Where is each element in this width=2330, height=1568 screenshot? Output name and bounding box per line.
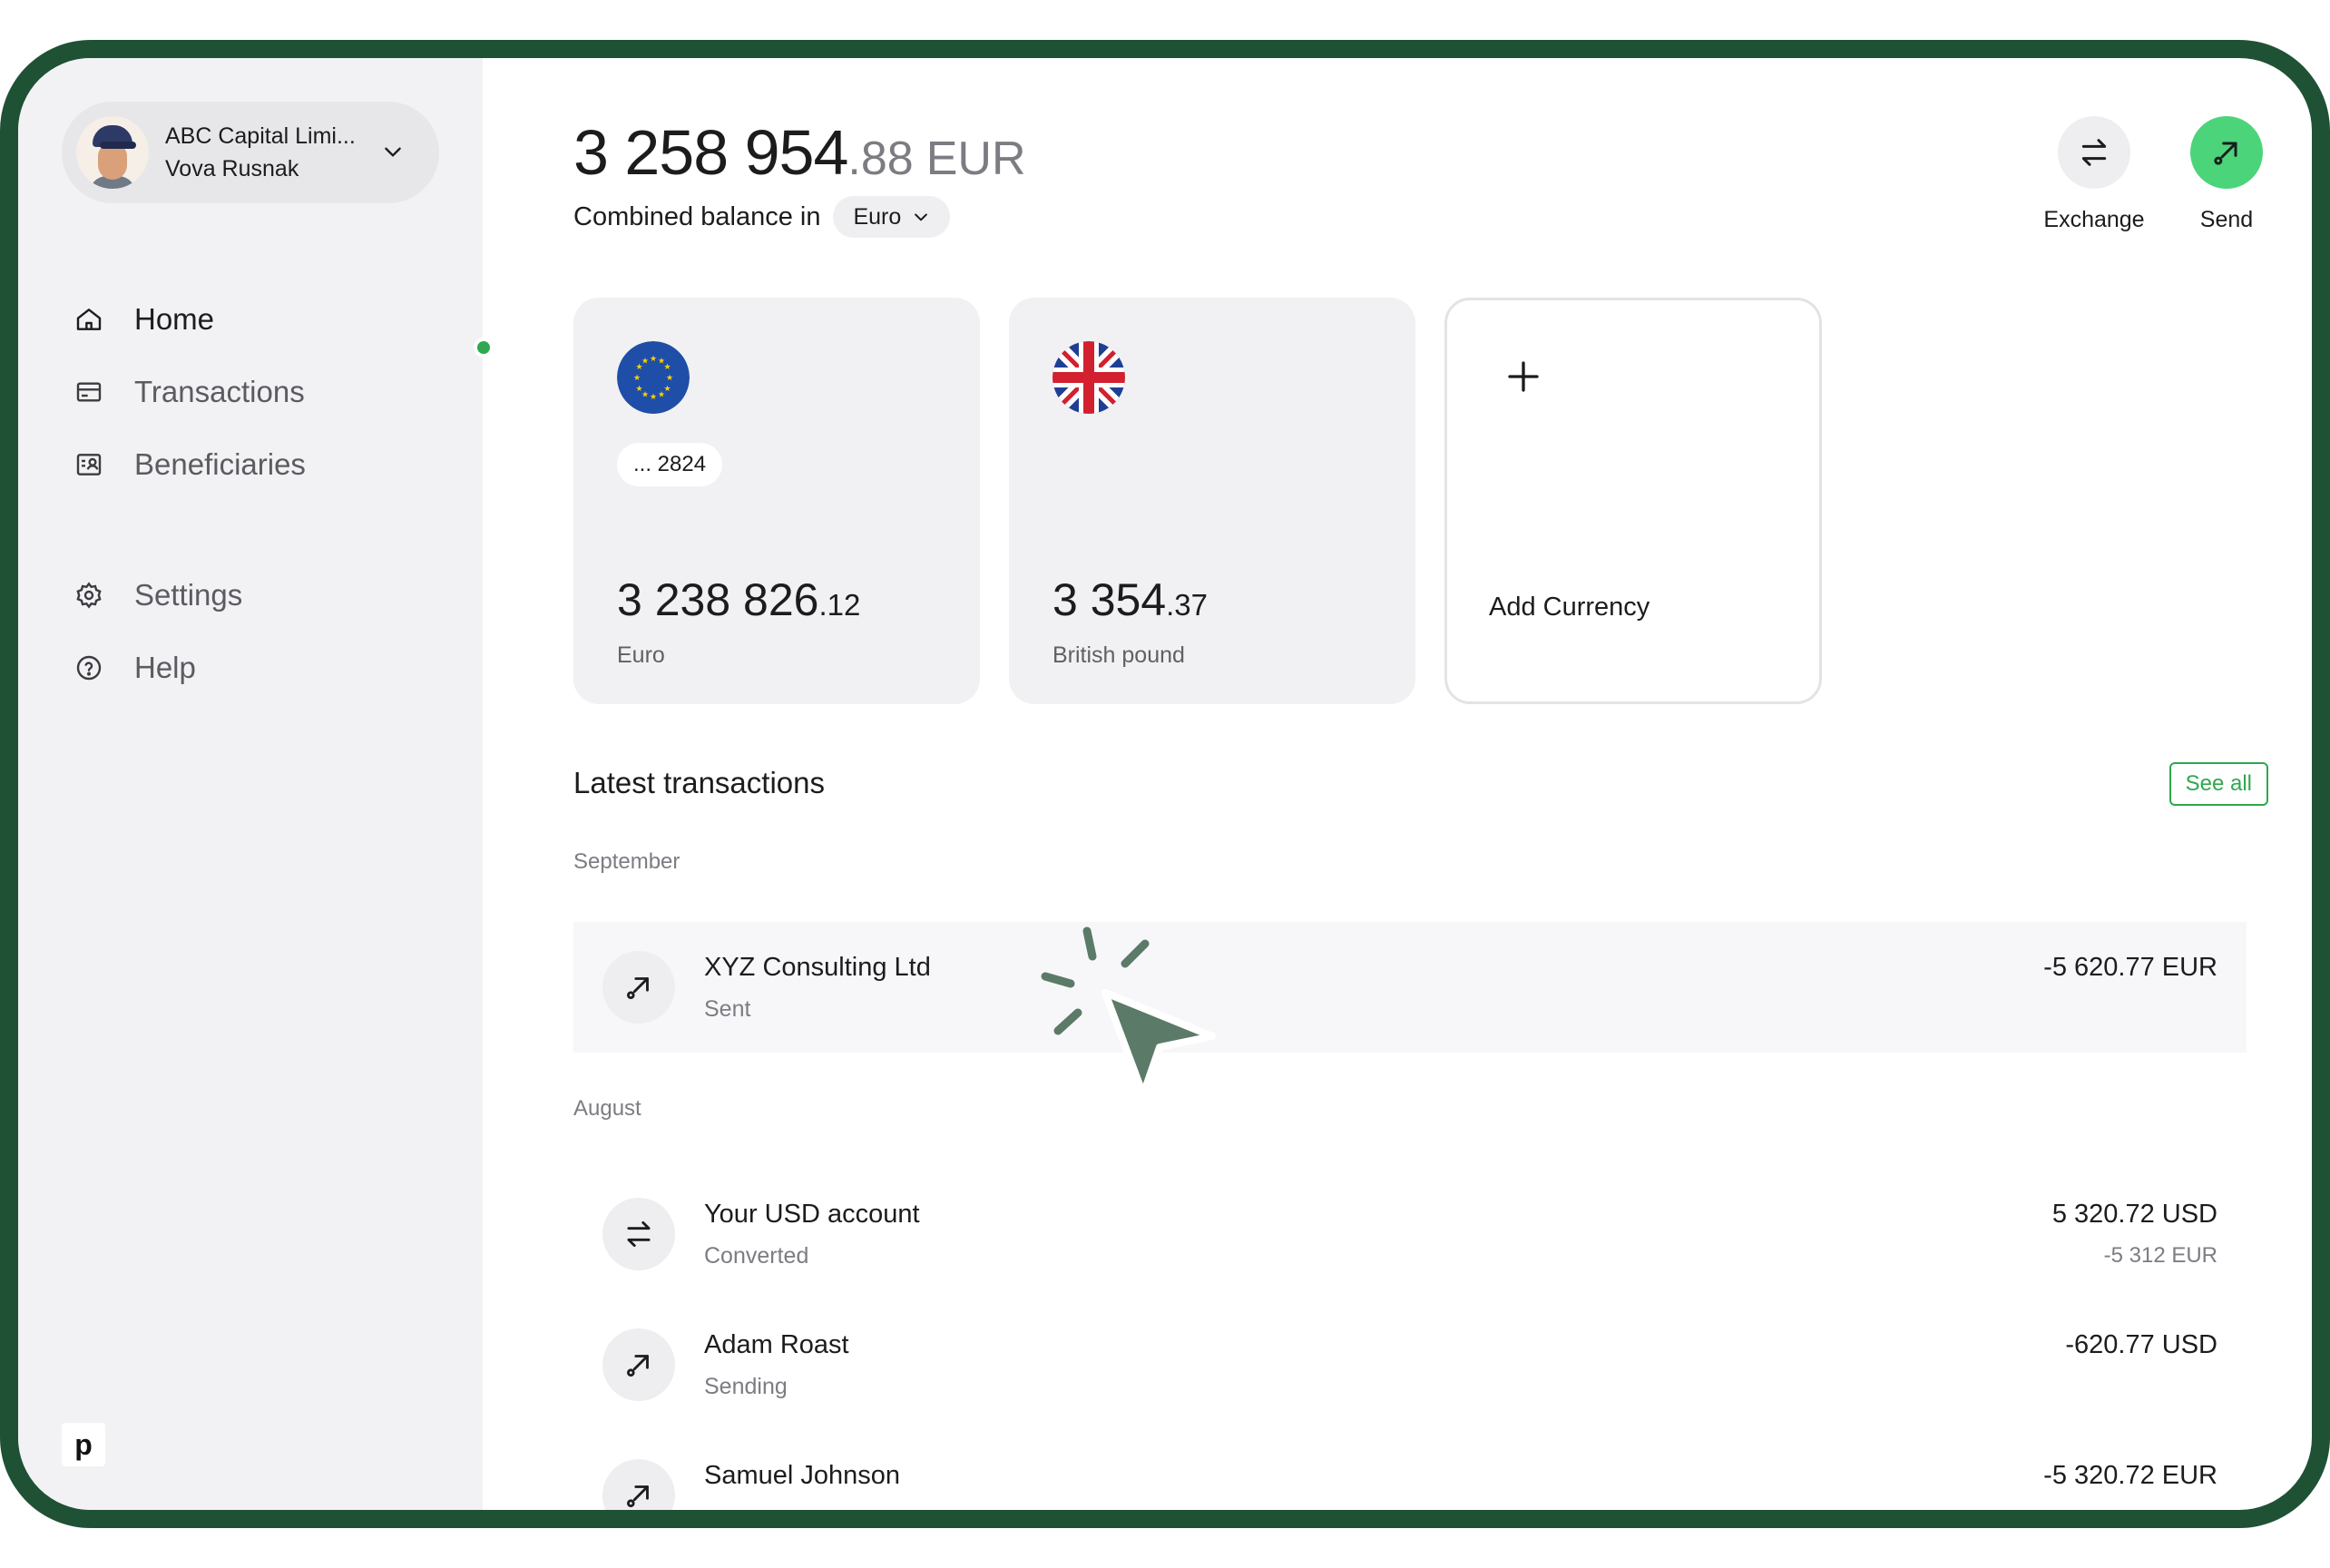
sidebar-item-label: Home <box>134 302 215 336</box>
svg-text:★: ★ <box>633 374 641 383</box>
card-amount-integer: 3 238 826 <box>617 574 819 625</box>
home-icon <box>76 309 102 330</box>
sidebar-item-help[interactable]: Help <box>74 632 306 704</box>
currency-card-euro[interactable]: ★ ★ ★ ★ ★ ★ ★ ★ ★ ★ ★ ★ ... 2824 3 238 826 .12 E… <box>573 298 980 704</box>
sidebar-nav: Home Transactions Beneficiaries Settings… <box>74 283 306 704</box>
main-content: 3 258 954 .88 EUR Combined balance in Eu… <box>483 58 2312 1510</box>
exchange-button[interactable]: Exchange <box>2036 116 2152 233</box>
account-number-badge: ... 2824 <box>617 443 723 486</box>
month-header: September <box>573 849 680 874</box>
eu-flag-icon: ★ ★★ ★★★ ★★★ ★★★ <box>617 341 690 414</box>
card-currency-name: Euro <box>617 642 665 668</box>
svg-text:★: ★ <box>635 385 642 394</box>
exchange-label: Exchange <box>2043 207 2145 232</box>
transaction-status: Sending <box>704 1374 788 1399</box>
svg-text:★: ★ <box>666 374 673 383</box>
account-company-name: ABC Capital Limi... <box>165 123 356 149</box>
svg-text:★: ★ <box>650 393 657 402</box>
transaction-amount: 5 320.72 USD <box>2051 1200 2217 1229</box>
sidebar: ABC Capital Limi... Vova Rusnak Home Tra… <box>18 58 483 1510</box>
exchange-icon <box>2081 139 2107 166</box>
currency-select[interactable]: Euro <box>833 196 951 238</box>
plus-icon <box>1508 361 1539 392</box>
app-screen: ABC Capital Limi... Vova Rusnak Home Tra… <box>18 58 2312 1510</box>
sidebar-item-beneficiaries[interactable]: Beneficiaries <box>74 428 306 501</box>
transaction-amount: -620.77 USD <box>2065 1330 2217 1359</box>
see-all-button[interactable]: See all <box>2168 762 2268 806</box>
chevron-down-icon <box>385 147 401 157</box>
transaction-status: Sent <box>704 996 751 1022</box>
svg-text:★: ★ <box>663 363 671 372</box>
brand-logo: p <box>62 1423 105 1466</box>
transaction-row[interactable]: Your USD account Converted 5 320.72 USD … <box>573 1169 2247 1299</box>
currency-cards: ★ ★ ★ ★ ★ ★ ★ ★ ★ ★ ★ ★ ... 2824 3 238 826 .12 E… <box>573 298 1822 704</box>
sidebar-item-settings[interactable]: Settings <box>74 559 306 632</box>
transaction-row[interactable]: Samuel Johnson -5 320.72 EUR <box>573 1430 2247 1510</box>
sidebar-item-label: Transactions <box>134 375 305 408</box>
top-actions: Exchange Send <box>2036 116 2268 233</box>
sidebar-item-label: Settings <box>134 578 243 612</box>
card-amount-decimal: .12 <box>818 588 861 622</box>
card-icon <box>76 382 102 402</box>
transaction-amount: -5 320.72 EUR <box>2043 1461 2217 1490</box>
contact-card-icon <box>76 454 102 475</box>
transaction-row[interactable]: XYZ Consulting Ltd Sent -5 620.77 EUR <box>573 922 2247 1053</box>
sidebar-item-label: Help <box>134 651 196 684</box>
transaction-status: Converted <box>704 1243 809 1269</box>
send-arrow-icon <box>2214 142 2237 165</box>
section-title: Latest transactions <box>573 766 825 799</box>
account-switcher[interactable]: ABC Capital Limi... Vova Rusnak <box>62 102 439 203</box>
currency-select-value: Euro <box>853 203 902 230</box>
card-amount-decimal: .37 <box>1166 588 1208 622</box>
combined-balance: 3 258 954 .88 EUR <box>573 116 1026 189</box>
card-amount-integer: 3 354 <box>1052 574 1167 625</box>
transaction-name: Adam Roast <box>704 1330 849 1359</box>
svg-text:★: ★ <box>641 358 649 367</box>
transaction-row[interactable]: Adam Roast Sending -620.77 USD <box>573 1299 2247 1430</box>
send-arrow-icon <box>627 1355 649 1377</box>
send-arrow-icon <box>627 1485 649 1507</box>
sidebar-item-label: Beneficiaries <box>134 447 306 481</box>
card-currency-name: British pound <box>1052 642 1185 668</box>
uk-flag-icon <box>1052 341 1125 414</box>
transaction-name: XYZ Consulting Ltd <box>704 953 931 982</box>
add-currency-label: Add Currency <box>1489 593 1650 622</box>
svg-text:★: ★ <box>650 355 657 364</box>
exchange-icon <box>627 1220 651 1248</box>
transaction-name: Samuel Johnson <box>704 1461 901 1490</box>
account-user-name: Vova Rusnak <box>165 156 299 181</box>
help-circle-icon <box>76 655 102 681</box>
month-header: August <box>573 1096 641 1121</box>
transaction-name: Your USD account <box>704 1200 920 1229</box>
gear-icon <box>76 582 102 609</box>
svg-text:★: ★ <box>658 391 665 400</box>
send-arrow-icon <box>627 977 649 999</box>
balance-integer: 3 258 954 <box>573 117 848 188</box>
sidebar-item-home[interactable]: Home <box>74 283 306 356</box>
transaction-converted-amount: -5 312 EUR <box>2103 1243 2217 1268</box>
send-label: Send <box>2199 207 2254 232</box>
balance-currency: EUR <box>925 132 1026 185</box>
transaction-amount: -5 620.77 EUR <box>2043 953 2217 982</box>
avatar <box>76 116 149 189</box>
currency-card-gbp[interactable]: 3 354 .37 British pound <box>1009 298 1415 704</box>
balance-decimal: .88 <box>847 132 914 185</box>
send-button[interactable]: Send <box>2185 116 2268 233</box>
sidebar-item-transactions[interactable]: Transactions <box>74 356 306 428</box>
chevron-down-icon <box>915 213 928 221</box>
add-currency-card[interactable]: Add Currency <box>1444 298 1822 704</box>
combined-balance-label: Combined balance in <box>573 201 821 231</box>
